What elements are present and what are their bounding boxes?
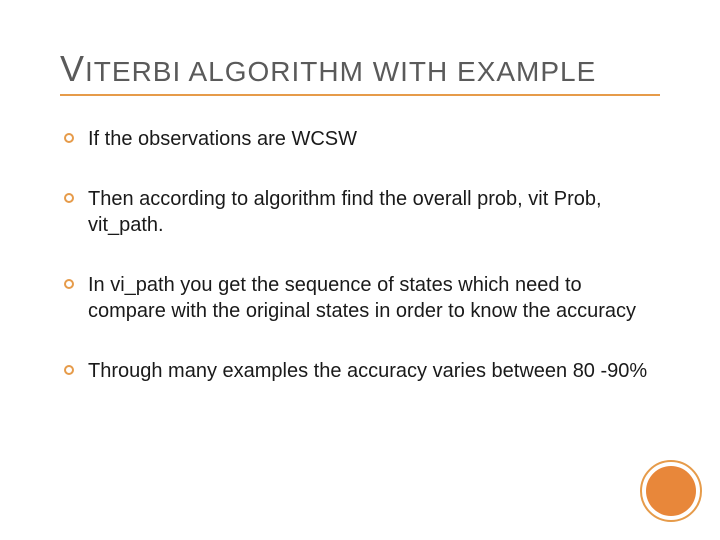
title-rest: ITERBI ALGORITHM WITH EXAMPLE (85, 56, 596, 87)
title-first-letter: V (60, 48, 85, 89)
decorative-circle (640, 460, 702, 522)
list-item: Then according to algorithm find the ove… (64, 186, 660, 238)
bullet-text: In vi_path you get the sequence of state… (88, 272, 660, 324)
list-item: Through many examples the accuracy varie… (64, 358, 660, 384)
bullet-icon (64, 279, 74, 289)
bullet-text: Through many examples the accuracy varie… (88, 358, 660, 384)
circle-inner-icon (646, 466, 696, 516)
bullet-icon (64, 133, 74, 143)
bullet-text: Then according to algorithm find the ove… (88, 186, 660, 238)
content-area: If the observations are WCSW Then accord… (60, 126, 660, 384)
slide: VITERBI ALGORITHM WITH EXAMPLE If the ob… (0, 0, 720, 540)
slide-title: VITERBI ALGORITHM WITH EXAMPLE (60, 48, 660, 90)
list-item: In vi_path you get the sequence of state… (64, 272, 660, 324)
bullet-text: If the observations are WCSW (88, 126, 660, 152)
list-item: If the observations are WCSW (64, 126, 660, 152)
bullet-icon (64, 193, 74, 203)
bullet-icon (64, 365, 74, 375)
title-divider (60, 94, 660, 96)
